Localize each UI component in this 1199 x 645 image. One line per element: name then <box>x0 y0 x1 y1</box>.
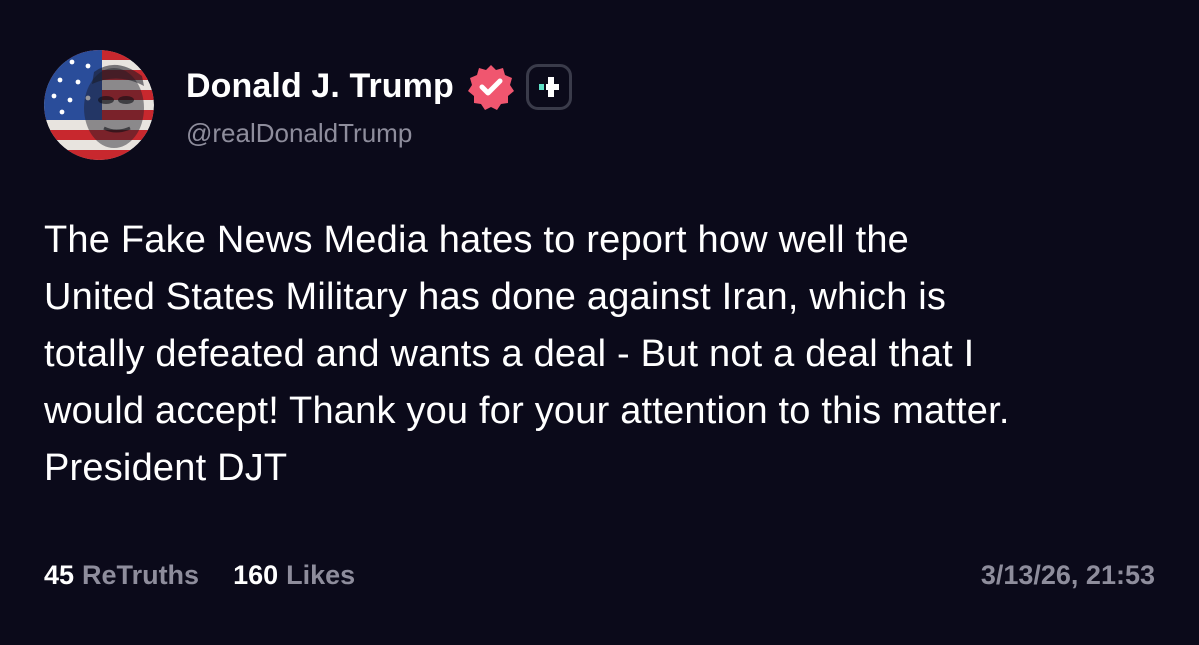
post-text-line: United States Military has done against … <box>44 276 947 318</box>
post-text-line: would accept! Thank you for your attenti… <box>44 390 1010 432</box>
likes-stat[interactable]: 160 Likes <box>233 560 355 591</box>
avatar-image-icon <box>44 50 154 160</box>
avatar[interactable] <box>44 50 154 160</box>
retruths-label: ReTruths <box>82 560 200 590</box>
retruths-count: 45 <box>44 560 75 590</box>
post-text-line: totally defeated and wants a deal - But … <box>44 333 975 375</box>
likes-label: Likes <box>286 560 356 590</box>
author-name-row: Donald J. Trump <box>186 62 572 112</box>
plus-badge-icon <box>525 63 572 110</box>
post-timestamp[interactable]: 3/13/26, 21:53 <box>981 560 1155 591</box>
post-header: Donald J. Trump @realDonaldTrump <box>44 50 572 160</box>
post-footer: 45 ReTruths 160 Likes 3/13/26, 21:53 <box>44 560 1155 591</box>
retruths-stat[interactable]: 45 ReTruths <box>44 560 199 591</box>
verified-badge-icon <box>466 62 516 112</box>
author-info: Donald J. Trump @realDonaldTrump <box>186 62 572 149</box>
post-text-line: The Fake News Media hates to report how … <box>44 219 910 261</box>
post-content: The Fake News Media hates to report how … <box>44 212 1174 497</box>
author-display-name[interactable]: Donald J. Trump <box>186 67 454 106</box>
truth-post: Donald J. Trump @realDonaldTrump The Fak… <box>0 0 1199 645</box>
author-handle[interactable]: @realDonaldTrump <box>186 118 572 149</box>
likes-count: 160 <box>233 560 279 590</box>
post-text-line: President DJT <box>44 447 288 489</box>
